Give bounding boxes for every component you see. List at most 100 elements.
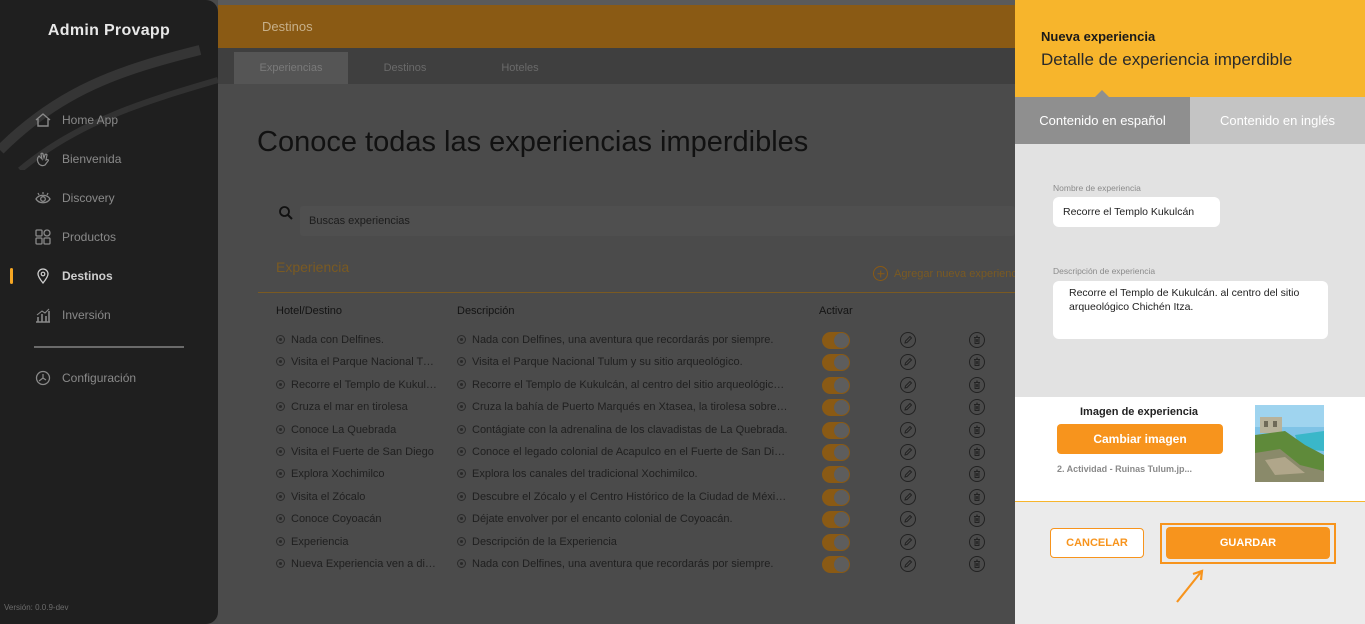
edit-icon[interactable] bbox=[900, 466, 916, 483]
cancel-button[interactable]: CANCELAR bbox=[1050, 528, 1144, 558]
edit-icon[interactable] bbox=[900, 354, 916, 371]
active-toggle[interactable] bbox=[822, 533, 850, 551]
active-toggle[interactable] bbox=[822, 376, 850, 394]
bullet-icon bbox=[276, 491, 285, 501]
table-row: Experiencia Descripción de la Experiencia bbox=[218, 532, 1015, 554]
search-icon bbox=[279, 206, 293, 220]
header-title: Destinos bbox=[262, 19, 313, 34]
sidebar: Admin Provapp Home App Bienvenida Discov… bbox=[0, 0, 218, 624]
experience-description-input[interactable]: Recorre el Templo de Kukulcán. al centro… bbox=[1053, 281, 1328, 339]
tab-english-content[interactable]: Contenido en inglés bbox=[1190, 97, 1365, 144]
column-header-active: Activar bbox=[819, 305, 853, 317]
sidebar-item-label: Home App bbox=[62, 112, 119, 127]
sidebar-item-label: Configuración bbox=[62, 370, 137, 385]
row-hotel: Cruza el mar en tirolesa bbox=[276, 401, 438, 413]
active-toggle[interactable] bbox=[822, 399, 850, 417]
table-row: Nueva Experiencia ven a disfrutar Nada co… bbox=[218, 554, 1015, 576]
sidebar-item-configuracion[interactable]: Configuración bbox=[0, 358, 218, 397]
tab-experiencias[interactable]: Experiencias bbox=[234, 52, 348, 84]
sidebar-item-inversion[interactable]: Inversión bbox=[0, 295, 218, 334]
sidebar-item-productos[interactable]: Productos bbox=[0, 217, 218, 256]
tab-spanish-content[interactable]: Contenido en español bbox=[1015, 90, 1190, 144]
bullet-icon bbox=[276, 514, 285, 524]
wave-hand-icon bbox=[36, 152, 49, 166]
active-toggle[interactable] bbox=[822, 332, 850, 349]
bar-chart-icon bbox=[36, 308, 50, 323]
delete-icon[interactable] bbox=[969, 511, 985, 528]
delete-icon[interactable] bbox=[969, 488, 985, 505]
active-toggle[interactable] bbox=[822, 354, 850, 372]
main-content: Destinos Experiencias Destinos Hoteles C… bbox=[218, 0, 1025, 624]
bullet-icon bbox=[276, 424, 285, 434]
sidebar-item-discovery[interactable]: Discovery bbox=[0, 178, 218, 217]
bullet-icon bbox=[276, 402, 285, 412]
table-row: Visita el Fuerte de San Diego Conoce el l… bbox=[218, 442, 1015, 464]
row-hotel: Conoce Coyoacán bbox=[276, 513, 438, 525]
panel-title: Nueva experiencia bbox=[1041, 29, 1156, 44]
pointer-arrow-icon bbox=[1176, 569, 1204, 603]
section-title: Experiencia bbox=[276, 259, 350, 275]
experience-thumbnail bbox=[1255, 405, 1324, 482]
active-toggle[interactable] bbox=[822, 421, 850, 439]
edit-icon[interactable] bbox=[900, 399, 916, 416]
add-experience-link[interactable]: Agregar nueva experiencia bbox=[873, 266, 1025, 281]
delete-icon[interactable] bbox=[969, 555, 985, 572]
sidebar-divider bbox=[34, 346, 184, 348]
bullet-icon bbox=[457, 379, 466, 389]
tab-hoteles[interactable]: Hoteles bbox=[484, 52, 556, 84]
bullet-icon bbox=[276, 536, 285, 546]
experience-table: Nada con Delfines. Nada con Delfines, una… bbox=[218, 330, 1015, 576]
sidebar-item-bienvenida[interactable]: Bienvenida bbox=[0, 139, 218, 178]
experience-name-input[interactable] bbox=[1053, 197, 1220, 227]
delete-icon[interactable] bbox=[969, 332, 985, 348]
delete-icon[interactable] bbox=[969, 443, 985, 460]
edit-icon[interactable] bbox=[900, 443, 916, 460]
row-description-text: Nada con Delfines, una aventura que reco… bbox=[472, 557, 774, 570]
tab-destinos[interactable]: Destinos bbox=[368, 52, 442, 84]
row-description: Visita el Parque Nacional Tulum y su sit… bbox=[457, 356, 789, 368]
edit-icon[interactable] bbox=[900, 421, 916, 438]
edit-icon[interactable] bbox=[900, 332, 916, 348]
delete-icon[interactable] bbox=[969, 533, 985, 550]
row-hotel-text: Nada con Delfines. bbox=[291, 334, 384, 346]
column-header-hotel: Hotel/Destino bbox=[276, 305, 343, 317]
active-toggle[interactable] bbox=[822, 443, 850, 461]
delete-icon[interactable] bbox=[969, 376, 985, 393]
page-header: Destinos bbox=[218, 5, 1015, 48]
active-toggle[interactable] bbox=[822, 555, 850, 573]
bullet-icon bbox=[276, 357, 285, 367]
save-button[interactable]: GUARDAR bbox=[1166, 527, 1330, 559]
footer-divider bbox=[1015, 501, 1365, 502]
row-description-text: Explora los canales del tradicional Xoch… bbox=[472, 468, 698, 481]
active-toggle[interactable] bbox=[822, 511, 850, 529]
row-hotel: Nueva Experiencia ven a disfrutar bbox=[276, 558, 438, 570]
delete-icon[interactable] bbox=[969, 354, 985, 371]
delete-icon[interactable] bbox=[969, 421, 985, 438]
edit-icon[interactable] bbox=[900, 533, 916, 550]
table-row: Conoce La Quebrada Contágiate con la adre… bbox=[218, 420, 1015, 442]
image-file-name: 2. Actividad - Ruinas Tulum.jp... bbox=[1057, 464, 1193, 474]
active-toggle[interactable] bbox=[822, 488, 850, 506]
bullet-icon bbox=[457, 558, 466, 568]
edit-icon[interactable] bbox=[900, 488, 916, 505]
edit-icon[interactable] bbox=[900, 376, 916, 393]
language-tabs: Contenido en español Contenido en inglés bbox=[1015, 90, 1365, 144]
section-divider bbox=[258, 292, 1015, 293]
delete-icon[interactable] bbox=[969, 399, 985, 416]
row-hotel-text: Conoce La Quebrada bbox=[291, 423, 397, 436]
edit-icon[interactable] bbox=[900, 511, 916, 528]
row-description: Nada con Delfines, una aventura que reco… bbox=[457, 334, 789, 346]
row-hotel: Recorre el Templo de Kukulcán bbox=[276, 379, 438, 391]
search-input[interactable] bbox=[300, 206, 1015, 236]
row-hotel-text: Visita el Zócalo bbox=[291, 490, 366, 503]
row-description-text: Recorre el Templo de Kukulcán, al centro… bbox=[472, 378, 789, 391]
sidebar-item-destinos[interactable]: Destinos bbox=[0, 256, 218, 295]
delete-icon[interactable] bbox=[969, 466, 985, 483]
row-hotel-text: Cruza el mar en tirolesa bbox=[291, 401, 408, 414]
edit-icon[interactable] bbox=[900, 555, 916, 572]
name-label: Nombre de experiencia bbox=[1053, 183, 1141, 193]
sidebar-item-home[interactable]: Home App bbox=[0, 100, 218, 139]
row-description-text: Contágiate con la adrenalina de los clav… bbox=[472, 423, 788, 436]
active-toggle[interactable] bbox=[822, 466, 850, 484]
change-image-button[interactable]: Cambiar imagen bbox=[1057, 424, 1223, 454]
